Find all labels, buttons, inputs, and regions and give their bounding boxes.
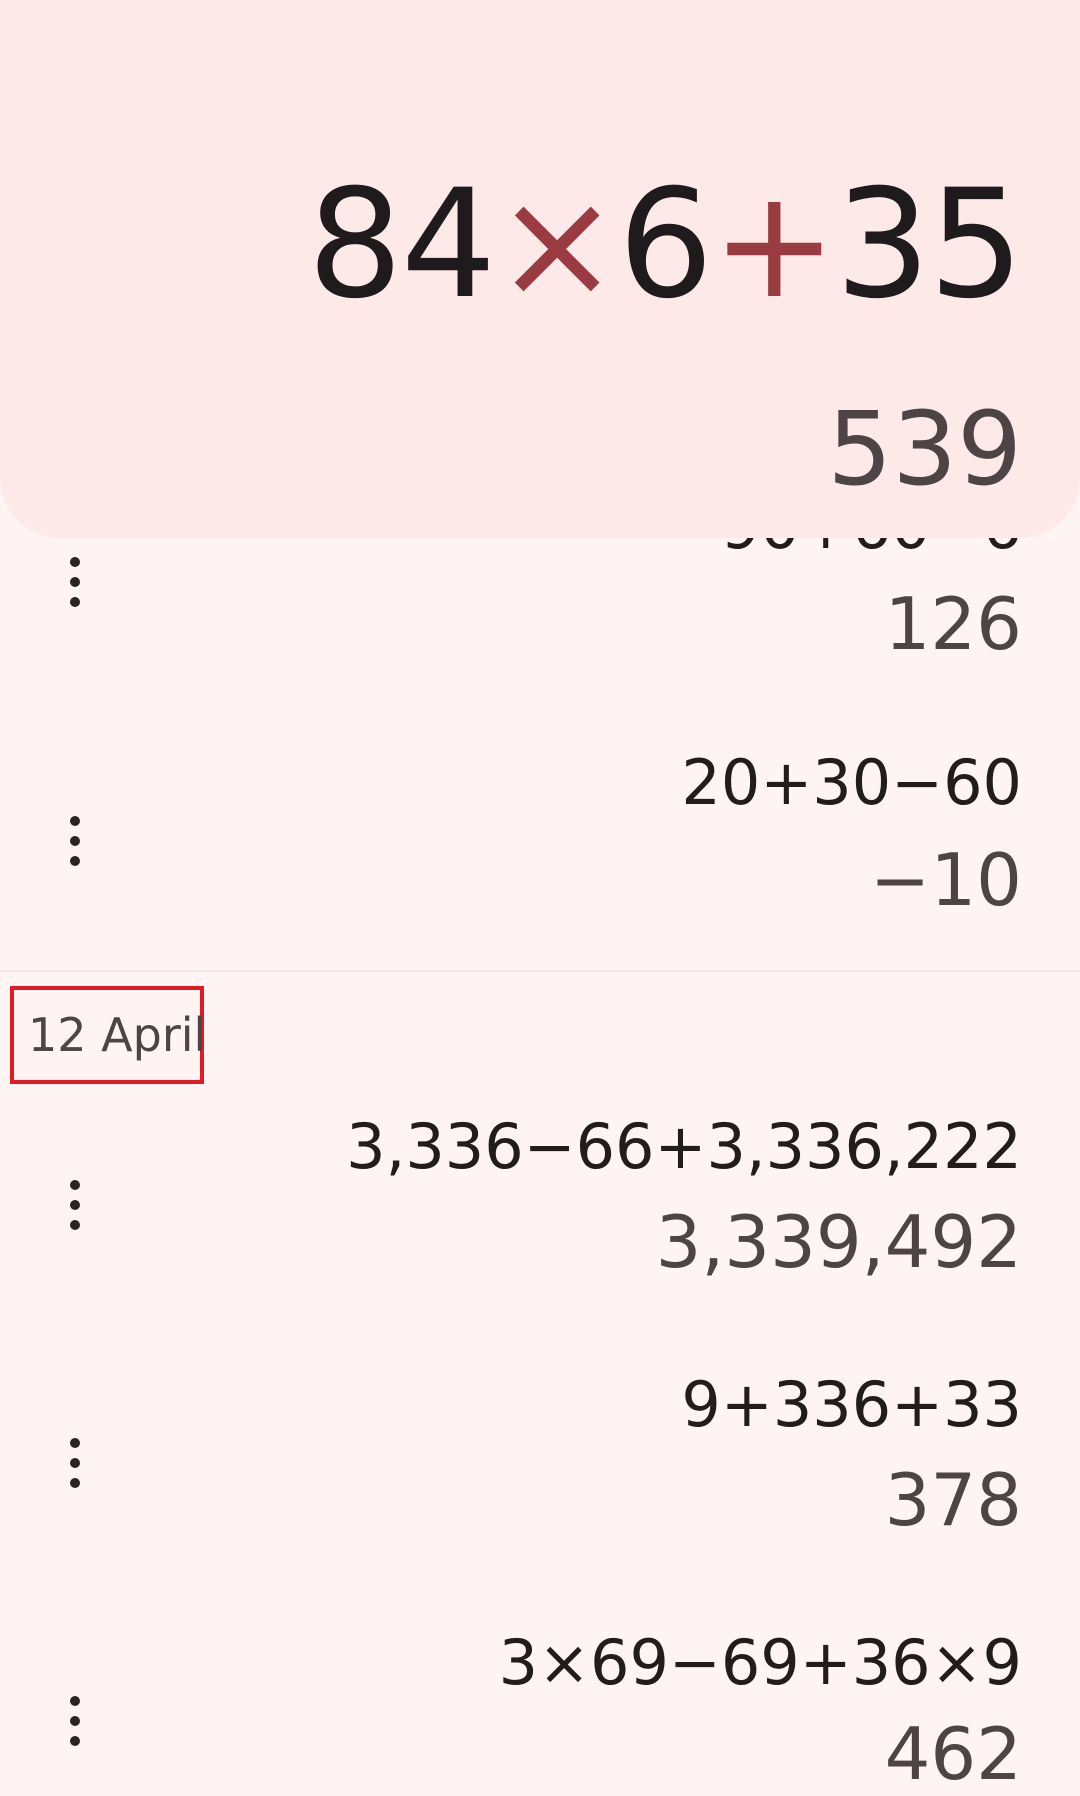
history-expression: 3×69−69+36×9 xyxy=(498,1626,1022,1699)
calculator-display: 84×6+35 539 xyxy=(0,0,1080,538)
date-header: 12 April xyxy=(10,986,206,1084)
history-expression: 20+30−60 xyxy=(681,746,1022,819)
result-preview: 539 xyxy=(827,390,1022,509)
history-result: 378 xyxy=(884,1458,1022,1542)
history-result: 3,339,492 xyxy=(655,1200,1022,1284)
history-expression: 3,336−66+3,336,222 xyxy=(346,1110,1022,1183)
history-result: 126 xyxy=(884,582,1022,666)
history-result: 462 xyxy=(884,1712,1022,1796)
more-options-icon[interactable] xyxy=(64,557,86,607)
more-options-icon[interactable] xyxy=(64,1180,86,1230)
formula-operand: 35 xyxy=(835,158,1024,332)
formula-input[interactable]: 84×6+35 xyxy=(307,158,1024,332)
more-options-icon[interactable] xyxy=(64,1438,86,1488)
more-options-icon[interactable] xyxy=(64,816,86,866)
formula-operand: 84 xyxy=(307,158,496,332)
history-expression: 9+336+33 xyxy=(681,1368,1022,1441)
date-divider xyxy=(0,970,1080,972)
formula-operand: 6 xyxy=(618,158,713,332)
more-options-icon[interactable] xyxy=(64,1696,86,1746)
formula-operator: + xyxy=(711,158,837,332)
history-result: −10 xyxy=(870,838,1022,922)
formula-operator: × xyxy=(494,158,620,332)
